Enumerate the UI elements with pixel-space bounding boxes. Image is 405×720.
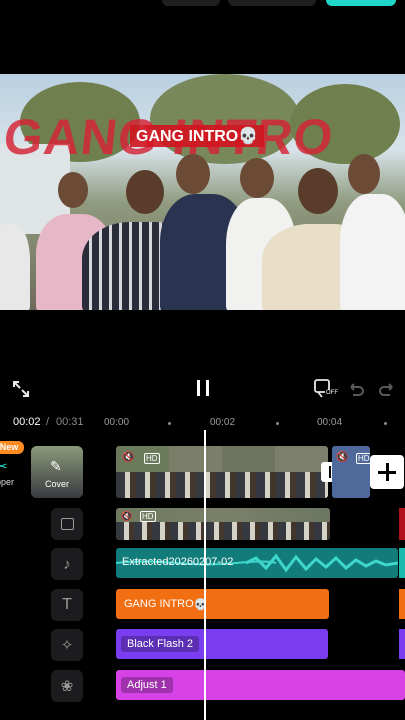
- adjust-tool[interactable]: ❀: [51, 670, 83, 702]
- text-icon: T: [62, 596, 72, 613]
- audio-clip-edge: [399, 548, 405, 578]
- ruler-dot: [276, 422, 279, 425]
- person-head: [58, 172, 88, 208]
- main-video-clip[interactable]: 🔇 HD: [116, 446, 328, 498]
- music-note-icon: ♪: [63, 555, 71, 573]
- hd-badge: HD: [140, 511, 156, 522]
- overlay-clip-edge: [399, 508, 405, 540]
- text-clip-label: GANG INTRO: [124, 598, 194, 610]
- circles-icon: ❀: [60, 678, 74, 695]
- ruler-tick: 00:02: [210, 417, 236, 428]
- export-button[interactable]: [326, 0, 396, 6]
- new-badge: New: [0, 441, 24, 454]
- text-clip-edge: [399, 589, 405, 619]
- audio-tool[interactable]: ♪: [51, 548, 83, 580]
- ruler-dot: [384, 422, 387, 425]
- audio-clip-label: Extracted20260207-02: [122, 556, 234, 568]
- scissor-icon: ✂: [0, 458, 8, 474]
- undo-icon[interactable]: [347, 380, 365, 398]
- pause-icon[interactable]: [197, 380, 211, 398]
- effect-clip-label: Black Flash 2: [121, 636, 200, 652]
- pencil-icon: ✎: [50, 458, 62, 474]
- mute-icon[interactable]: 🔇: [122, 452, 134, 463]
- mute-icon[interactable]: 🔇: [121, 511, 132, 522]
- skull-icon: 💀: [238, 128, 259, 145]
- current-time: 00:02: [13, 416, 41, 428]
- scissor-tool[interactable]: ✂ pper: [0, 458, 20, 492]
- top-button-1[interactable]: [162, 0, 220, 6]
- person-head: [176, 154, 210, 194]
- person: [340, 194, 405, 310]
- time-separator: /: [46, 416, 50, 428]
- effect-clip[interactable]: Black Flash 2: [116, 629, 328, 659]
- person: [0, 224, 30, 310]
- playhead[interactable]: [204, 430, 206, 720]
- overlay-tool[interactable]: [51, 508, 83, 540]
- person-head: [240, 158, 274, 198]
- person-head: [348, 154, 380, 194]
- fullscreen-icon[interactable]: [12, 380, 30, 398]
- small-overlay-title: GANG INTRO💀: [130, 125, 265, 147]
- person-head: [298, 168, 338, 214]
- text-tool[interactable]: T: [51, 589, 83, 621]
- text-clip[interactable]: GANG INTRO 💀: [116, 589, 329, 619]
- video-preview[interactable]: GANG INTRO GANG INTRO💀: [0, 74, 405, 310]
- top-button-2[interactable]: [228, 0, 316, 6]
- image-icon: [60, 518, 74, 530]
- adjust-clip[interactable]: Adjust 1: [116, 670, 405, 700]
- small-title-text: GANG INTRO: [136, 128, 239, 145]
- effects-tool[interactable]: ✧: [51, 629, 83, 661]
- ruler-tick: 00:00: [104, 417, 130, 428]
- tool-label: pper: [0, 477, 15, 487]
- adjust-clip-label: Adjust 1: [121, 677, 173, 693]
- total-time: 00:31: [56, 416, 84, 428]
- ruler-tick: 00:04: [317, 417, 343, 428]
- sparkle-icon: ✧: [60, 637, 74, 654]
- mute-icon[interactable]: 🔇: [336, 452, 348, 463]
- person-head: [126, 170, 164, 214]
- audio-clip[interactable]: Extracted20260207-02: [116, 548, 398, 578]
- off-badge: OFF: [325, 390, 339, 396]
- second-video-clip[interactable]: 🔇 HD: [332, 446, 370, 498]
- effect-clip-edge: [399, 629, 405, 659]
- cover-button[interactable]: ✎ Cover: [31, 446, 83, 498]
- hd-badge: HD: [144, 453, 160, 464]
- add-clip-button[interactable]: [370, 455, 404, 489]
- redo-icon[interactable]: [378, 380, 396, 398]
- keyframe-off-icon[interactable]: OFF: [313, 378, 339, 400]
- ruler-dot: [168, 422, 171, 425]
- overlay-clip[interactable]: 🔇 HD: [116, 508, 330, 540]
- hd-badge: HD: [356, 453, 370, 464]
- cover-label: Cover: [45, 479, 70, 489]
